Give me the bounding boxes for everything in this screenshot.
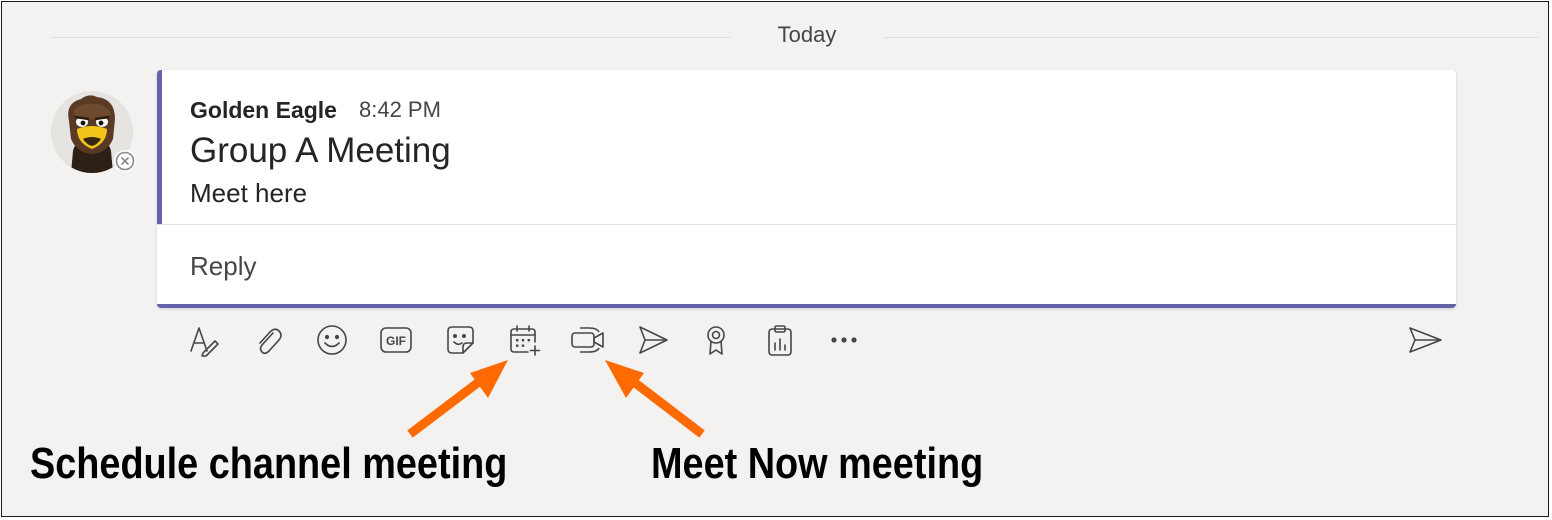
meet-now-arrowhead xyxy=(605,360,644,398)
schedule-meeting-callout: Schedule channel meeting xyxy=(30,439,508,488)
meet-now-callout: Meet Now meeting xyxy=(651,439,984,488)
meet-now-arrow xyxy=(627,375,705,438)
screenshot-frame: Today Golden Eagle 8:42 PM Group A Meeti… xyxy=(1,1,1549,517)
schedule-arrowhead xyxy=(470,360,508,398)
schedule-arrow xyxy=(407,374,487,438)
